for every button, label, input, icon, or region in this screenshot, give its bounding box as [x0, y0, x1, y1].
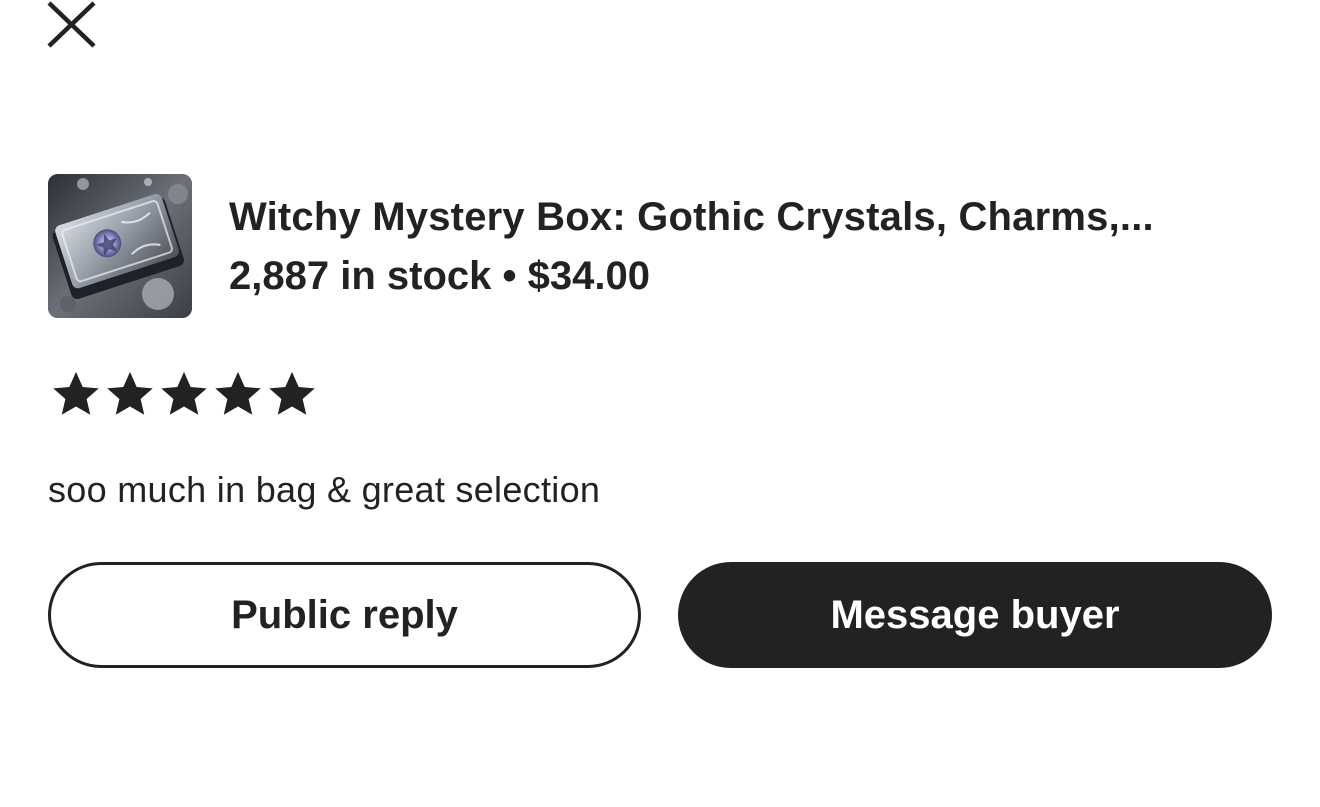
product-title[interactable]: Witchy Mystery Box: Gothic Crystals, Cha… — [229, 192, 1279, 242]
star-icon — [269, 371, 315, 415]
star-icon — [215, 371, 261, 415]
review-text: soo much in bag & great selection — [48, 469, 601, 510]
public-reply-button[interactable]: Public reply — [48, 562, 641, 668]
star-icon — [53, 371, 99, 415]
close-icon — [46, 0, 98, 50]
close-button[interactable] — [46, 0, 98, 50]
product-stock-price: 2,887 in stock • $34.00 — [229, 254, 650, 298]
star-icon — [161, 371, 207, 415]
message-buyer-button[interactable]: Message buyer — [678, 562, 1272, 668]
product-thumbnail[interactable] — [48, 174, 192, 318]
public-reply-label: Public reply — [231, 592, 458, 637]
star-rating — [50, 368, 318, 420]
product-summary: Witchy Mystery Box: Gothic Crystals, Cha… — [48, 174, 1278, 318]
message-buyer-label: Message buyer — [830, 592, 1120, 637]
star-icon — [107, 371, 153, 415]
